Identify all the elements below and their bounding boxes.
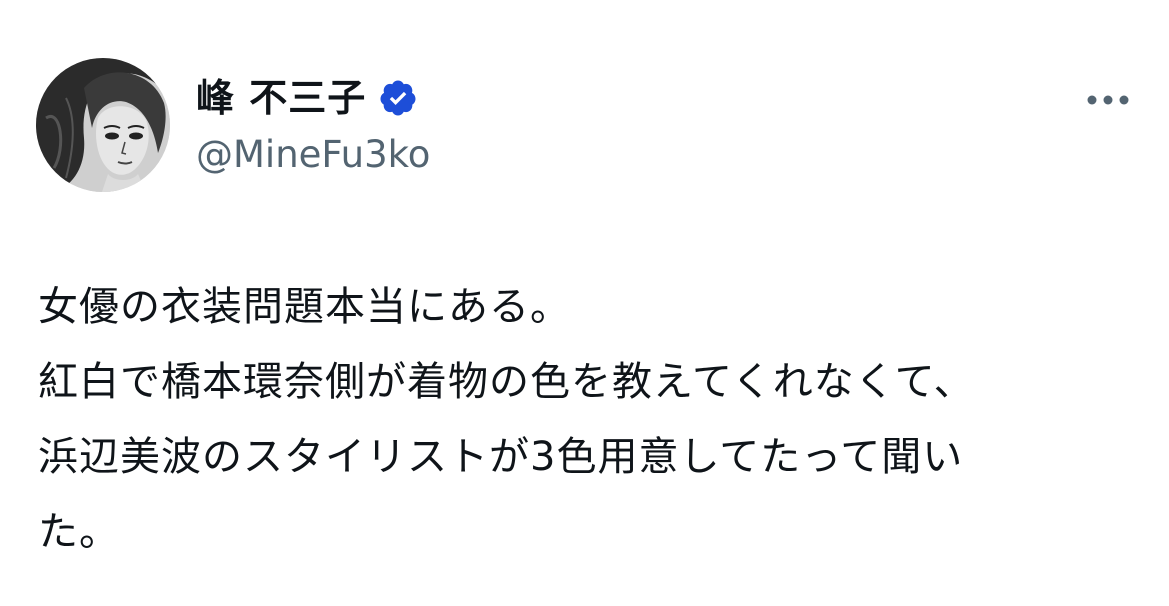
tweet-text-line: 女優の衣装問題本当にある。	[38, 284, 571, 330]
avatar-image	[36, 58, 170, 192]
more-horizontal-icon	[1087, 95, 1129, 105]
author-handle[interactable]: @MineFu3ko	[196, 130, 430, 180]
tweet-text-line: 紅白で橋本環奈側が着物の色を教えてくれなくて、	[38, 359, 975, 405]
display-name[interactable]: 峰 不三子	[196, 70, 366, 126]
more-options-button[interactable]	[1082, 82, 1134, 118]
tweet-text-line: 浜辺美波のスタイリストが3色用意してたって聞い	[38, 434, 964, 480]
author-name-row[interactable]: 峰 不三子	[196, 70, 418, 126]
verified-badge-icon[interactable]	[378, 78, 418, 118]
tweet-text-line: た。	[38, 509, 120, 555]
avatar[interactable]	[36, 58, 170, 192]
tweet-body: 女優の衣装問題本当にある。 紅白で橋本環奈側が着物の色を教えてくれなくて、 浜辺…	[38, 270, 1138, 570]
